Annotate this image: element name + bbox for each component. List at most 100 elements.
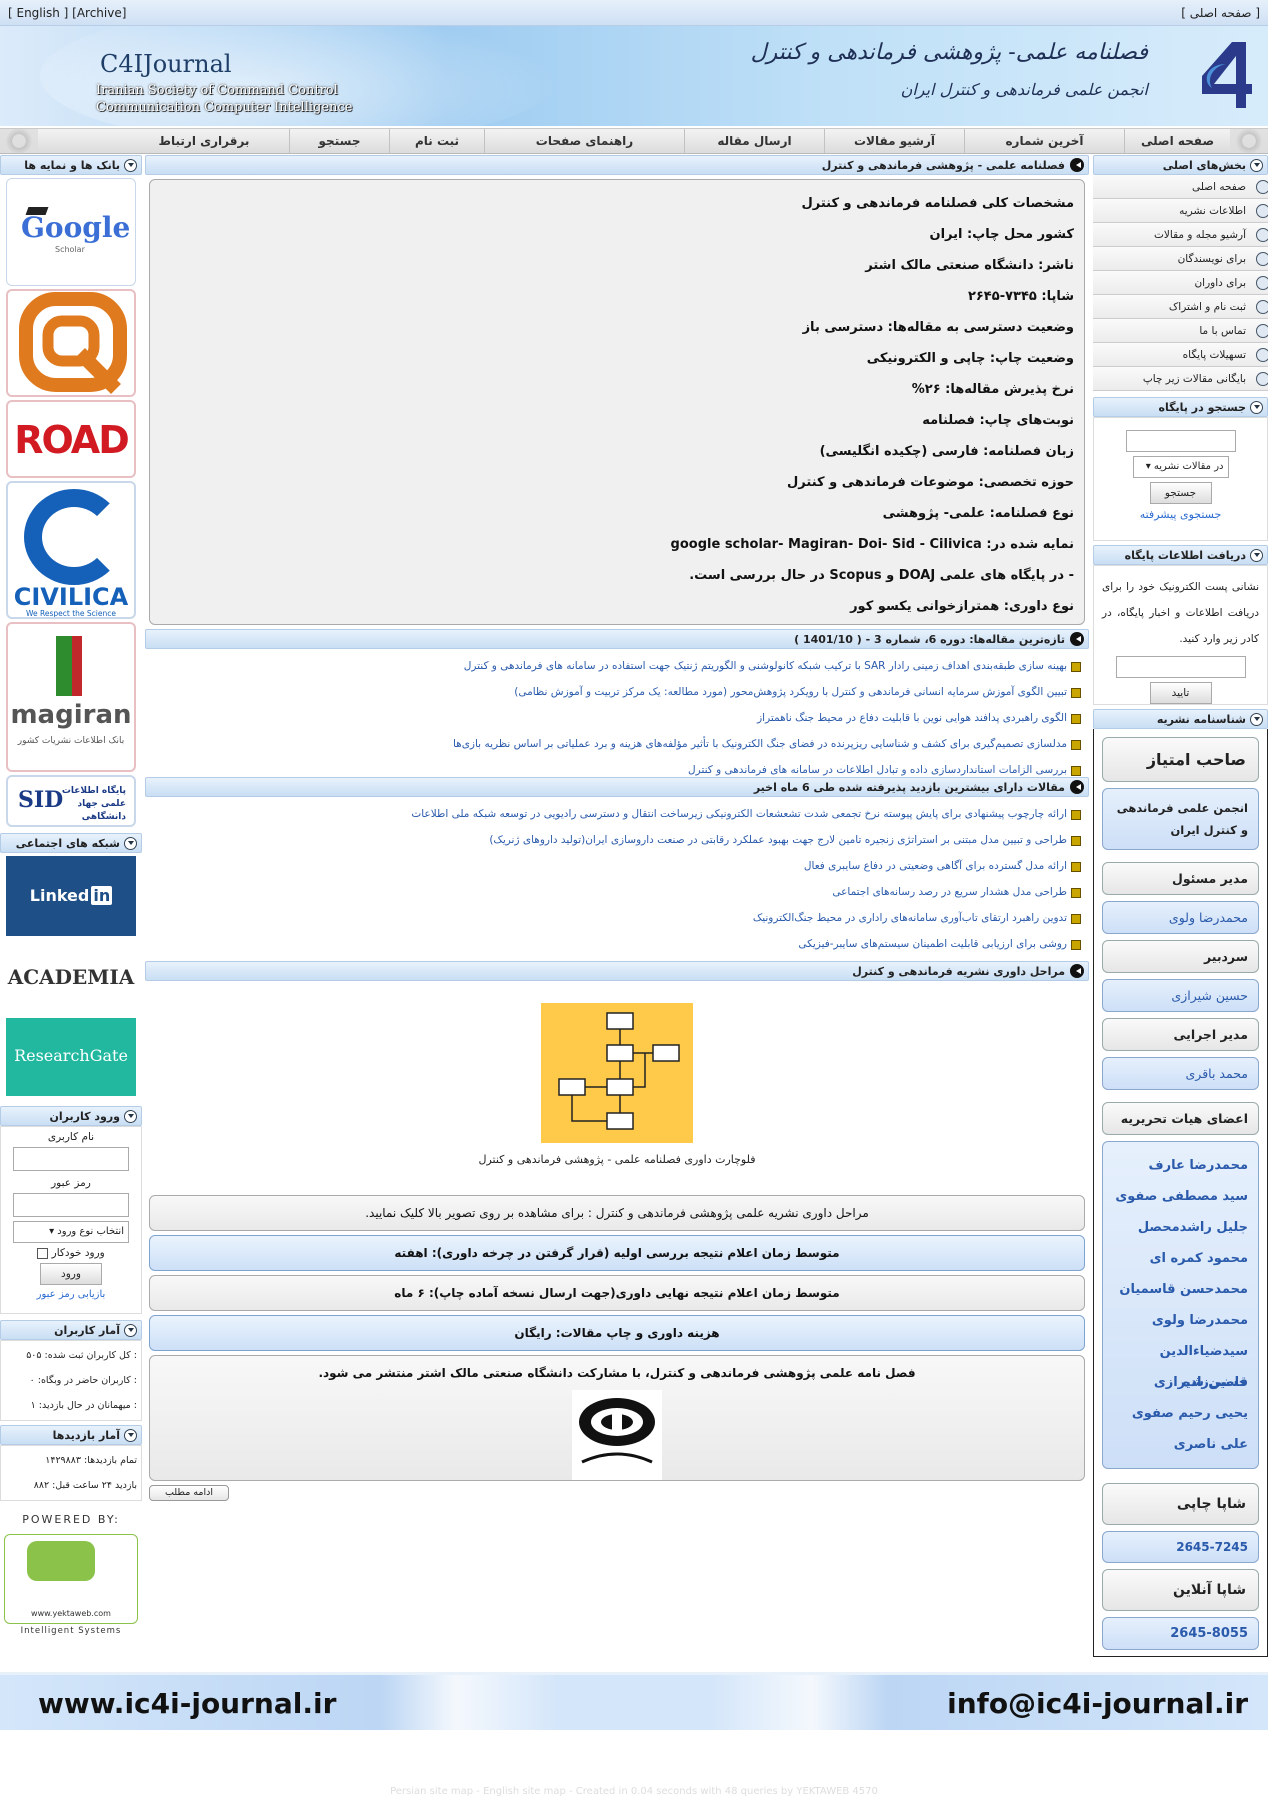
academia-logo[interactable]: ACADEMIA — [6, 939, 136, 1015]
language-archive-links[interactable]: [ English ] [Archive] — [8, 6, 126, 20]
article-link[interactable]: طراحی مدل هشدار سریع در رصد رسانه‌های اج… — [153, 879, 1081, 905]
menu-home[interactable]: صفحه اصلی — [1124, 129, 1230, 153]
print-issn-value: 2645-7245 — [1102, 1531, 1259, 1563]
article-link[interactable]: ارائه چارچوب پیشنهادی برای پایش پیوسته ن… — [153, 801, 1081, 827]
sid-text: SID — [18, 787, 64, 813]
sidebar-item-journal-info[interactable]: اطلاعات نشریه — [1093, 199, 1268, 223]
info-language: زبان فصلنامه: فارسی (چکیده انگلیسی) — [819, 444, 1074, 459]
menu-submit[interactable]: ارسال مقاله — [684, 129, 824, 153]
search-scope-select[interactable]: در مقالات نشریه ▾ — [1132, 456, 1229, 478]
menu-archive[interactable]: آرشیو مقالات — [824, 129, 964, 153]
sidebar-item-archive[interactable]: آرشیو مجله و مقالات — [1093, 223, 1268, 247]
footer-sitemap-credit[interactable]: Persian site map - English site map - Cr… — [0, 1786, 1268, 1797]
print-issn-label: شاپا چاپی — [1102, 1483, 1259, 1525]
collapse-icon[interactable] — [124, 836, 137, 850]
collapse-icon[interactable] — [1250, 712, 1263, 726]
read-more-button[interactable]: ادامه مطلب — [149, 1485, 229, 1501]
sidebar-item-label: تسهیلات پایگاه — [1182, 349, 1246, 361]
menu-search[interactable]: جستجو — [289, 129, 389, 153]
english-society-name: Iranian Society of Command Control Commu… — [96, 82, 352, 116]
review-fee: هزینه داوری و چاپ مقالات: رایگان — [149, 1315, 1085, 1351]
article-link[interactable]: الگوی راهبردی پدافند هوایی نوین با قابلی… — [153, 705, 1081, 731]
login-header: ورود کاربران — [0, 1106, 142, 1126]
article-link[interactable]: تبیین الگوی آموزش سرمایه انسانی فرماندهی… — [153, 679, 1081, 705]
article-link[interactable]: تدوین راهبرد ارتقای تاب‌آوری سامانه‌های … — [153, 905, 1081, 931]
sidebar-item-home[interactable]: صفحه اصلی — [1093, 175, 1268, 199]
academia-text: ACADEMIA — [7, 965, 135, 989]
menu-latest-issue[interactable]: آخرین شماره — [964, 129, 1124, 153]
article-link[interactable]: طراحی و تبیین مدل مبتنی بر استراتژی زنجی… — [153, 827, 1081, 853]
article-link[interactable]: روشی برای ارزیابی قابلیت اطمینان سیستم‌ه… — [153, 931, 1081, 957]
newsletter-email-input[interactable] — [1115, 656, 1246, 678]
home-link[interactable]: [ صفحه اصلی ] — [1181, 6, 1260, 20]
sidebar-item-authors[interactable]: برای نویسندگان — [1093, 247, 1268, 271]
flowchart-caption: فلوچارت داوری فصلنامه علمی - پژوهشی فرما… — [478, 1153, 756, 1166]
site-search-header: جستجو در پایگاه — [1093, 397, 1268, 417]
road-logo[interactable]: ROAD — [6, 400, 136, 478]
sidebar-item-facilities[interactable]: تسهیلات پایگاه — [1093, 343, 1268, 367]
collapse-icon[interactable] — [1250, 548, 1263, 562]
latest-articles-header: تازه‌ترین مقاله‌ها: دوره 6، شماره 3 - ( … — [145, 629, 1089, 649]
header-banner: C4IJournal Iranian Society of Command Co… — [0, 26, 1268, 126]
journal-id-panel: صاحب امتیاز انجمن علمی فرماندهی و کنترل … — [1093, 729, 1268, 1657]
google-scholar-logo[interactable]: Google Scholar — [6, 178, 136, 286]
civilica-c-icon — [24, 489, 124, 585]
password-input[interactable] — [13, 1193, 129, 1217]
footer-email[interactable]: info@ic4i-journal.ir — [947, 1687, 1248, 1720]
article-link[interactable]: مدلسازی تصمیم‌گیری برای کشف و شناسایی ری… — [153, 731, 1081, 757]
collapse-icon[interactable] — [124, 158, 137, 172]
guests-stat: : میهمانان در حال بازدید: ۱ — [30, 1400, 137, 1411]
sidebar-item-label: آرشیو مجله و مقالات — [1154, 229, 1246, 241]
newsletter-submit-button[interactable]: تایید — [1149, 682, 1212, 704]
linkedin-logo[interactable]: Linked in — [6, 856, 136, 936]
main-content: فصلنامه علمی - پژوهشی فرماندهی و کنترل م… — [145, 155, 1089, 1501]
recover-password-link[interactable]: بازیابی رمز عبور — [9, 1289, 133, 1300]
info-heading: مشخصات کلی فصلنامه فرماندهی و کنترل — [801, 196, 1074, 211]
popular-articles-title: مقالات دارای بیشترین بازدید پذیرفته شده … — [753, 780, 1065, 794]
advanced-search-link[interactable]: جستجوی پیشرفته — [1102, 508, 1259, 521]
sidebar-item-label: برای داوران — [1194, 277, 1246, 289]
researchgate-logo[interactable]: ResearchGate — [6, 1018, 136, 1096]
article-link[interactable]: بهینه سازی طبقه‌بندی اهداف زمینی رادار S… — [153, 653, 1081, 679]
collapse-icon[interactable] — [124, 1109, 137, 1123]
collapse-icon[interactable] — [124, 1323, 137, 1337]
sid-persian-text: پایگاه اطلاعات علمی جهاد دانشگاهی — [61, 786, 126, 822]
sidebar-item-subscribe[interactable]: ثبت نام و اشتراک — [1093, 295, 1268, 319]
search-button[interactable]: جستجو — [1149, 482, 1212, 504]
remember-row: ورود خودکار — [9, 1247, 133, 1259]
menu-register[interactable]: ثبت نام — [389, 129, 484, 153]
menu-contact[interactable]: برقراری ارتباط — [119, 129, 289, 153]
menu-guide[interactable]: راهنمای صفحات — [484, 129, 684, 153]
magiran-book-icon — [56, 636, 82, 696]
collapse-icon[interactable] — [1250, 400, 1263, 414]
owner-label: صاحب امتیاز — [1102, 737, 1259, 782]
remember-checkbox[interactable] — [37, 1247, 49, 1259]
yektaweb-logo[interactable]: www.yektaweb.com — [4, 1534, 138, 1624]
sid-logo[interactable]: SID پایگاه اطلاعات علمی جهاد دانشگاهی — [6, 775, 136, 827]
intro-title: فصلنامه علمی - پژوهشی فرماندهی و کنترل — [821, 158, 1065, 172]
article-link[interactable]: ارائه مدل گسترده برای آگاهی وضعیتی در دف… — [153, 853, 1081, 879]
review-steps-note[interactable]: مراحل داوری نشریه علمی پژوهشی فرماندهی و… — [149, 1195, 1085, 1231]
article-link[interactable]: بررسی الزامات استاندارد‌سازی داده و تباد… — [153, 757, 1081, 777]
sidebar-item-label: ثبت نام و اشتراک — [1168, 301, 1246, 313]
road-q-logo[interactable] — [6, 289, 136, 397]
sidebar-item-reviewers[interactable]: برای داوران — [1093, 271, 1268, 295]
collapse-icon[interactable] — [124, 1428, 137, 1442]
yektaweb-mark-icon — [27, 1541, 95, 1581]
board-member: سید مصطفی صفوی — [1115, 1189, 1248, 1204]
review-flowchart-image[interactable] — [541, 1003, 693, 1143]
username-input[interactable] — [13, 1147, 129, 1171]
login-button[interactable]: ورود — [40, 1263, 102, 1285]
site-search-input[interactable] — [1125, 430, 1236, 452]
malek-ashtar-university-logo — [572, 1390, 662, 1480]
sidebar-item-in-press[interactable]: بایگانی مقالات زیر چاپ — [1093, 367, 1268, 391]
collapse-icon[interactable] — [1250, 158, 1263, 172]
user-stats-title: آمار کاربران — [54, 1323, 120, 1337]
initial-review-time: متوسط زمان اعلام نتیجه بررسی اولیه (قرار… — [149, 1235, 1085, 1271]
linkedin-in-icon: in — [91, 886, 113, 905]
footer-website[interactable]: www.ic4i-journal.ir — [38, 1687, 336, 1720]
sidebar-item-contact[interactable]: تماس با ما — [1093, 319, 1268, 343]
magiran-logo[interactable]: magiran بانک اطلاعات نشریات کشور — [6, 622, 136, 772]
civilica-logo[interactable]: CIVILICA We Respect the Science — [6, 481, 136, 619]
login-type-select[interactable]: انتخاب نوع ورود ▾ — [13, 1221, 129, 1243]
